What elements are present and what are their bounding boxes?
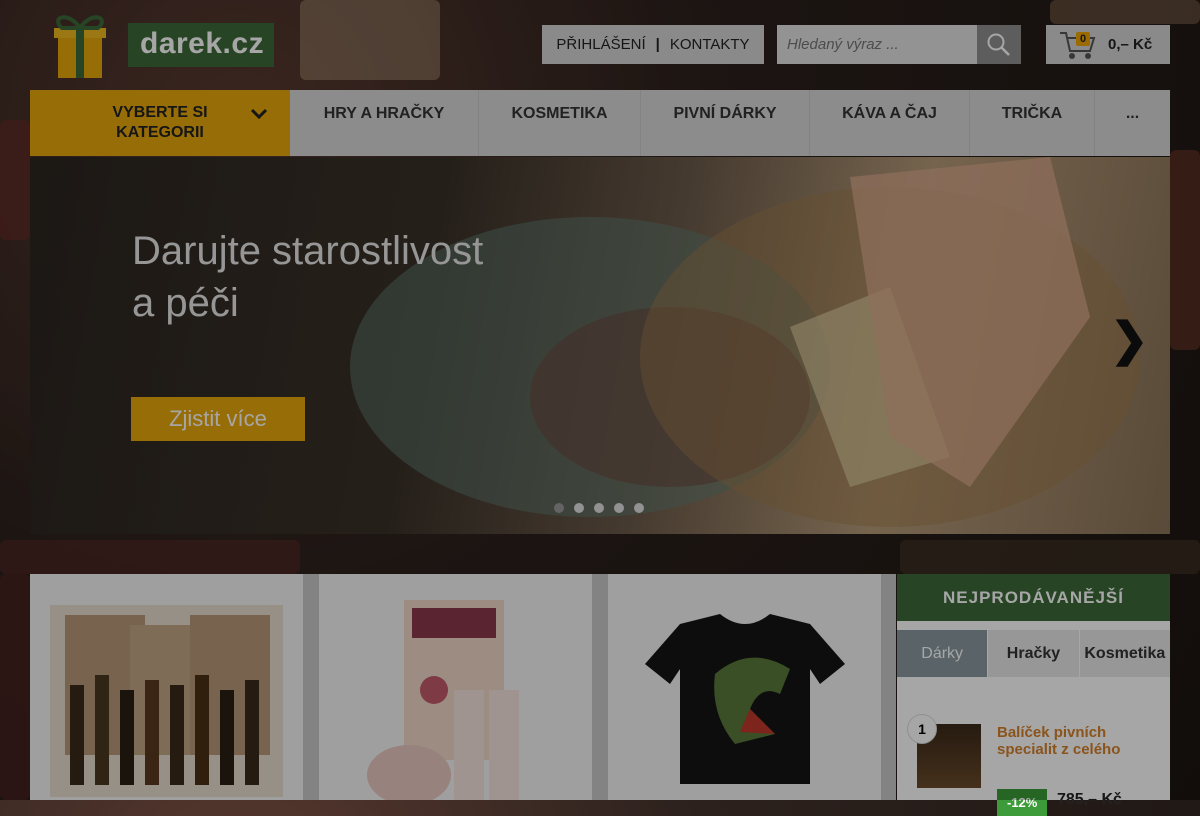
slider-dot[interactable] xyxy=(594,503,604,513)
slider-dot[interactable] xyxy=(554,503,564,513)
product-card[interactable] xyxy=(608,574,881,800)
bestseller-heading: NEJPRODÁVANĚJŠÍ xyxy=(897,574,1170,621)
cosmetics-set-image xyxy=(367,600,519,800)
next-slide-arrow-icon[interactable]: ❯ xyxy=(1110,312,1149,366)
cart-button[interactable]: 0 0,– Kč xyxy=(1046,25,1170,64)
background-gift-decor xyxy=(1170,150,1200,350)
nav-item-more[interactable]: ... xyxy=(1095,90,1170,156)
bestseller-tabs: Dárky Hračky Kosmetika xyxy=(897,630,1170,677)
dinosaur-tshirt-image xyxy=(645,614,845,784)
slider-dot[interactable] xyxy=(634,503,644,513)
tab-kosmetika[interactable]: Kosmetika xyxy=(1079,630,1170,677)
nav-item-tricka[interactable]: TRIČKA xyxy=(970,90,1095,156)
background-gift-decor xyxy=(1050,0,1200,24)
logo-text: darek.cz xyxy=(128,23,275,67)
product-title-link[interactable]: Balíček pivních specialit z celého xyxy=(997,724,1157,758)
nav-item-kava-a-caj[interactable]: KÁVA A ČAJ xyxy=(810,90,970,156)
background-gift-decor xyxy=(0,574,30,800)
background-gift-decor xyxy=(900,540,1200,574)
background-gift-decor xyxy=(0,540,300,574)
account-links: PŘIHLÁŠENÍ | KONTAKTY xyxy=(542,25,764,64)
tab-hracky[interactable]: Hračky xyxy=(988,630,1080,677)
link-separator: | xyxy=(655,36,660,53)
beer-gift-set-image xyxy=(50,605,283,797)
background-gift-decor xyxy=(300,0,440,80)
nav-item-hry-a-hracky[interactable]: HRY A HRAČKY xyxy=(290,90,479,156)
rank-badge: 1 xyxy=(907,714,937,744)
search-bar xyxy=(777,25,1021,64)
main-navigation: VYBERTE SI KATEGORII HRY A HRAČKY KOSMET… xyxy=(30,90,1170,156)
search-input[interactable] xyxy=(777,25,977,64)
nav-item-kosmetika[interactable]: KOSMETIKA xyxy=(479,90,641,156)
hero-title-line2: a péči xyxy=(132,281,239,325)
tab-darky[interactable]: Dárky xyxy=(897,630,989,677)
background-gift-decor xyxy=(0,120,30,240)
featured-products xyxy=(30,574,896,800)
hero-title: Darujte starostlivost a péči xyxy=(132,225,552,329)
hero-image xyxy=(350,157,1140,527)
product-card[interactable] xyxy=(319,574,592,800)
nav-item-pivni-darky[interactable]: PIVNÍ DÁRKY xyxy=(641,90,810,156)
slider-dots xyxy=(554,503,644,513)
chevron-down-icon xyxy=(250,108,268,120)
site-logo[interactable]: darek.cz xyxy=(40,10,280,80)
hero-cta-button[interactable]: Zjistit více xyxy=(131,397,305,441)
bestseller-panel: NEJPRODÁVANĚJŠÍ Dárky Hračky Kosmetika 1… xyxy=(897,574,1170,816)
hero-slider: Darujte starostlivost a péči Zjistit víc… xyxy=(30,157,1170,534)
product-card[interactable] xyxy=(30,574,303,800)
discount-badge: -12% xyxy=(997,789,1048,816)
hero-title-line1: Darujte starostlivost xyxy=(132,229,484,273)
category-menu-button[interactable]: VYBERTE SI KATEGORII xyxy=(30,90,290,156)
slider-dot[interactable] xyxy=(614,503,624,513)
cart-count-badge: 0 xyxy=(1076,31,1090,46)
gift-logo-icon xyxy=(40,10,120,80)
login-link[interactable]: PŘIHLÁŠENÍ xyxy=(556,36,645,53)
cart-icon: 0 xyxy=(1058,29,1098,61)
search-icon xyxy=(987,33,1010,56)
slider-dot[interactable] xyxy=(574,503,584,513)
cart-total: 0,– Kč xyxy=(1108,36,1153,53)
product-price: 785,– Kč xyxy=(1057,791,1122,808)
search-button[interactable] xyxy=(977,25,1021,64)
contacts-link[interactable]: KONTAKTY xyxy=(670,36,750,53)
bestseller-item[interactable]: 1 Balíček pivních specialit z celého -12… xyxy=(897,677,1170,816)
category-menu-label: VYBERTE SI KATEGORII xyxy=(112,104,208,141)
